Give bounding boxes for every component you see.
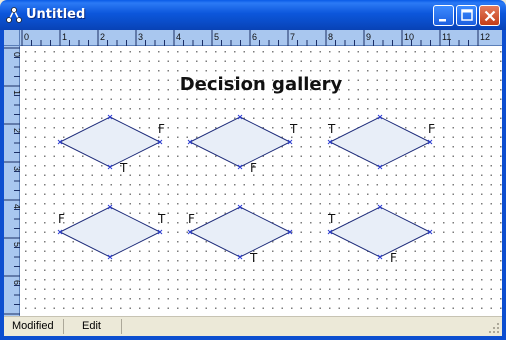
ruler-label: 4 [176, 32, 181, 42]
vertical-ruler-ticks: 0 1 2 3 4 5 6 [4, 47, 22, 315]
resize-grip-icon[interactable] [488, 322, 500, 334]
ruler-label: 6 [12, 280, 20, 285]
branch-label: T [289, 122, 298, 136]
branch-label: F [58, 212, 65, 226]
decision-diamond[interactable]: TF [327, 204, 433, 265]
diagram-shapes: FTTFT FF T FTTF [57, 114, 435, 265]
decision-diamond[interactable]: FT [187, 204, 293, 265]
ruler-label: 3 [12, 166, 20, 171]
close-button[interactable] [479, 5, 500, 26]
maximize-button[interactable] [456, 5, 477, 26]
ruler-label: 9 [366, 32, 371, 42]
diamond-shape[interactable] [58, 206, 162, 258]
ruler-label: 1 [62, 32, 67, 42]
ruler-label: 0 [12, 52, 20, 57]
window-frame-right [502, 30, 506, 340]
branch-label: F [158, 122, 165, 136]
ruler-label: 4 [12, 204, 20, 209]
ruler-label: 7 [290, 32, 295, 42]
ruler-label: 5 [214, 32, 219, 42]
diamond-shape[interactable] [328, 206, 432, 258]
diamond-shape[interactable] [328, 116, 432, 168]
branch-label: T [119, 161, 128, 175]
window-frame-bottom [0, 336, 506, 340]
ruler-corner [4, 30, 20, 46]
decision-diamond[interactable]: FT [57, 114, 165, 175]
branch-label: T [249, 251, 258, 265]
vertical-ruler[interactable]: 0 1 2 3 4 5 6 [4, 46, 22, 316]
ruler-label: 10 [404, 32, 414, 42]
status-bar: Modified Edit [4, 316, 502, 336]
status-mode: Modified [4, 319, 64, 334]
branch-label: T [327, 212, 336, 226]
branch-label: T [157, 212, 166, 226]
decision-diamond[interactable]: TF [187, 114, 298, 175]
diamond-shape[interactable] [188, 206, 292, 258]
ruler-label: 1 [12, 90, 20, 95]
ruler-label: 8 [328, 32, 333, 42]
ruler-label: 2 [12, 128, 20, 133]
drawing-canvas[interactable]: Decision gallery FTTFTFFTFTTF [20, 46, 502, 316]
diamond-shape[interactable] [58, 116, 162, 168]
ruler-label: 11 [442, 32, 451, 42]
decision-diamond[interactable]: TF [327, 114, 435, 170]
close-icon [484, 10, 496, 22]
minimize-button[interactable] [433, 5, 454, 26]
minimize-icon [439, 19, 446, 22]
branch-label: F [188, 212, 195, 226]
branch-label: F [390, 251, 397, 265]
ruler-label: 6 [252, 32, 257, 42]
app-window: Untitled 0123456789101112 0123456 Decisi… [0, 0, 506, 340]
branch-label: T [327, 122, 336, 136]
status-state: Edit [76, 319, 122, 334]
title-bar[interactable]: Untitled [0, 0, 506, 30]
ruler-label: 12 [480, 32, 490, 42]
diamond-shape[interactable] [188, 116, 292, 168]
branch-label: F [428, 122, 435, 136]
ruler-label: 3 [138, 32, 143, 42]
ruler-label: 0 [24, 32, 29, 42]
app-icon [6, 7, 22, 23]
branch-label: F [250, 161, 257, 175]
status-panel [134, 319, 486, 334]
window-title: Untitled [26, 7, 86, 22]
ruler-label: 2 [100, 32, 105, 42]
horizontal-ruler-ticks: 0 1 2 3 4 5 6 7 8 9 10 11 12 [21, 30, 490, 46]
decision-diamond[interactable]: FT [57, 204, 166, 260]
maximize-icon [461, 9, 473, 21]
ruler-label: 5 [12, 242, 20, 247]
horizontal-ruler[interactable]: 0 1 2 3 4 5 6 7 8 9 10 11 12 [20, 30, 502, 46]
